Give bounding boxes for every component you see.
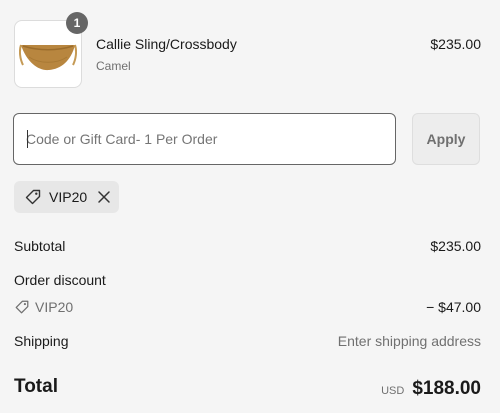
subtotal-value: $235.00 bbox=[430, 238, 481, 254]
close-icon[interactable] bbox=[97, 190, 111, 204]
shipping-label: Shipping bbox=[14, 333, 69, 349]
total-currency: USD bbox=[381, 385, 405, 397]
discount-code-input[interactable] bbox=[13, 113, 396, 165]
shipping-value: Enter shipping address bbox=[337, 333, 481, 349]
tag-icon bbox=[24, 188, 42, 206]
discount-code-text: VIP20 bbox=[35, 299, 74, 315]
order-discount-label: Order discount bbox=[14, 272, 106, 288]
bag-icon bbox=[19, 44, 77, 71]
tag-icon bbox=[14, 299, 30, 315]
product-price: $235.00 bbox=[430, 36, 481, 52]
quantity-badge: 1 bbox=[66, 12, 88, 34]
total-value-group: USD $188.00 bbox=[381, 378, 481, 400]
text-caret bbox=[27, 130, 28, 148]
product-variant: Camel bbox=[96, 59, 131, 73]
apply-button[interactable]: Apply bbox=[412, 113, 480, 165]
applied-discount-chip: VIP20 bbox=[14, 181, 119, 213]
product-title: Callie Sling/Crossbody bbox=[96, 36, 237, 52]
total-amount: $188.00 bbox=[412, 378, 481, 399]
order-summary: 1 Callie Sling/Crossbody Camel $235.00 A… bbox=[0, 0, 500, 413]
applied-code-label: VIP20 bbox=[49, 189, 88, 205]
subtotal-label: Subtotal bbox=[14, 238, 66, 254]
order-discount-code: VIP20 bbox=[14, 299, 73, 315]
discount-value: − $47.00 bbox=[426, 299, 481, 315]
line-item: 1 Callie Sling/Crossbody Camel $235.00 bbox=[14, 12, 481, 88]
total-label: Total bbox=[14, 376, 58, 397]
